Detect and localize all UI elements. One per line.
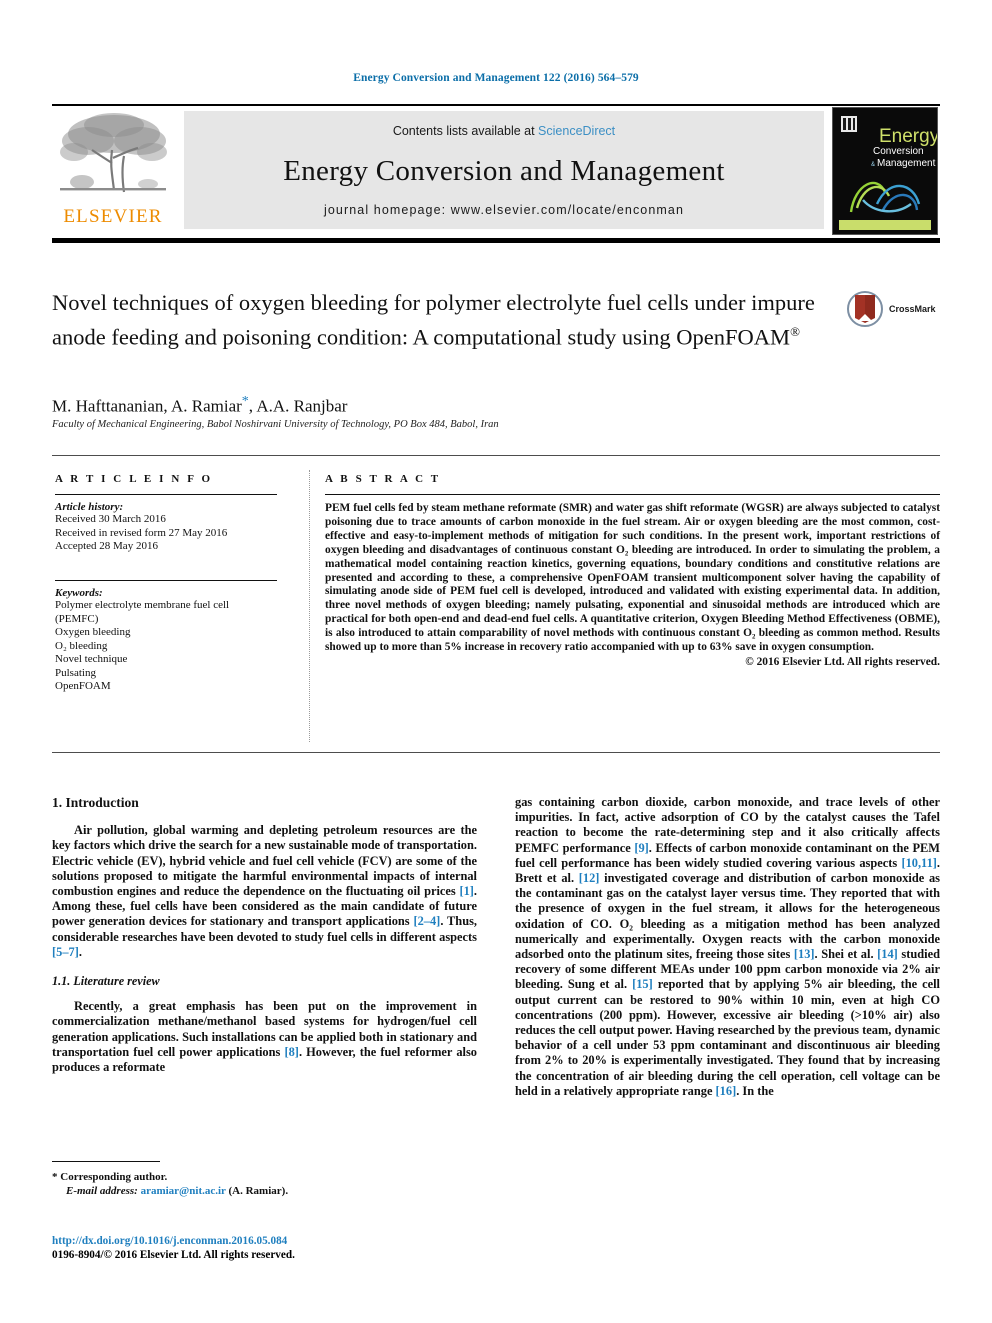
keyword-item: (PEMFC)	[55, 612, 99, 625]
masthead-top-rule	[52, 104, 940, 106]
abstract-body: PEM fuel cells fed by steam methane refo…	[325, 502, 940, 654]
citation-ref[interactable]: [15]	[632, 977, 653, 991]
colophon: http://dx.doi.org/10.1016/j.enconman.201…	[52, 1234, 522, 1262]
citation-ref[interactable]: [13]	[794, 947, 815, 961]
svg-text:Management: Management	[877, 158, 936, 169]
authors-text: M. Hafttananian, A. Ramiar	[52, 396, 242, 416]
paragraph: gas containing carbon dioxide, carbon mo…	[515, 795, 940, 1099]
paragraph-text: . In the	[736, 1083, 774, 1098]
body-column-right: gas containing carbon dioxide, carbon mo…	[515, 795, 940, 1099]
keyword-item: Polymer electrolyte membrane fuel cell	[55, 599, 230, 611]
keywords-label: Keywords:	[55, 587, 103, 599]
citation-ref[interactable]: [12]	[579, 871, 600, 885]
abstract-column: A B S T R A C T PEM fuel cells fed by st…	[325, 473, 940, 668]
journal-title: Energy Conversion and Management	[283, 155, 725, 187]
journal-band: Contents lists available at ScienceDirec…	[184, 111, 824, 229]
paragraph-text: .	[78, 944, 82, 959]
corresponding-author-marker: *	[241, 394, 249, 409]
citation-ref[interactable]: [5–7]	[52, 945, 79, 959]
elsevier-wordmark: ELSEVIER	[63, 206, 163, 227]
crossmark-badge[interactable]: CrossMark	[845, 288, 941, 336]
elsevier-tree-icon	[60, 113, 167, 193]
article-history-item: Received 30 March 2016	[55, 513, 166, 525]
article-history-item: Accepted 28 May 2016	[55, 540, 158, 552]
keyword-item: Oxygen bleeding	[55, 626, 131, 638]
citation-ref[interactable]: [16]	[716, 1084, 737, 1098]
article-info-heading: A R T I C L E I N F O	[55, 473, 213, 485]
journal-cover-art: Energy Conversion & Management	[833, 108, 937, 234]
contents-lists-line: Contents lists available at ScienceDirec…	[184, 124, 824, 138]
citation-ref[interactable]: [10,11]	[901, 856, 936, 870]
footnote-block: * Corresponding author. E-mail address: …	[52, 1161, 477, 1198]
article-info-column: A R T I C L E I N F O Article history: R…	[55, 473, 283, 694]
paper-title-superscript: ®	[790, 324, 800, 339]
citation-ref[interactable]: [14]	[877, 947, 898, 961]
corresponding-author-note: * Corresponding author.	[52, 1171, 168, 1183]
keyword-item: O₂ bleeding	[55, 639, 108, 652]
abstract-heading: A B S T R A C T	[325, 473, 441, 485]
section-heading-literature-review: 1.1. Literature review	[52, 974, 160, 989]
paper-title-text: Novel techniques of oxygen bleeding for …	[52, 290, 815, 350]
sciencedirect-link[interactable]: ScienceDirect	[538, 124, 615, 138]
citation-ref[interactable]: [2–4]	[413, 914, 440, 928]
keyword-item: Novel technique	[55, 653, 128, 665]
email-link[interactable]: aramiar@nit.ac.ir	[141, 1185, 226, 1197]
crossmark-icon	[847, 291, 883, 327]
article-history-label: Article history:	[55, 501, 124, 513]
page-title: Novel techniques of oxygen bleeding for …	[52, 288, 842, 352]
issn-copyright-line: 0196-8904/© 2016 Elsevier Ltd. All right…	[52, 1249, 295, 1261]
journal-cover-thumbnail: Energy Conversion & Management	[832, 107, 938, 235]
running-head: Energy Conversion and Management 122 (20…	[353, 72, 639, 84]
email-note: E-mail address: aramiar@nit.ac.ir (A. Ra…	[52, 1184, 477, 1198]
article-history-item: Received in revised form 27 May 2016	[55, 526, 228, 539]
section-heading-introduction: 1. Introduction	[52, 795, 139, 810]
abstract-copyright: © 2016 Elsevier Ltd. All rights reserved…	[745, 655, 940, 668]
authors-text-cont: , A.A. Ranjbar	[248, 396, 348, 416]
article-info-rule	[55, 494, 277, 495]
contents-prefix: Contents lists available at	[392, 124, 539, 138]
footnote-rule	[52, 1161, 160, 1162]
svg-text:Energy: Energy	[879, 126, 937, 147]
paragraph-text: reported that by applying 5% air bleedin…	[515, 977, 940, 1098]
svg-text:Conversion: Conversion	[873, 146, 924, 157]
paragraph-text: . Shei et al.	[814, 947, 878, 962]
email-label: E-mail address:	[66, 1185, 138, 1197]
paper-page: Energy Conversion and Management 122 (20…	[0, 0, 992, 1323]
abstract-rule	[325, 494, 940, 495]
paragraph: Recently, a great emphasis has been put …	[52, 999, 477, 1075]
paragraph-text: Air pollution, global warming and deplet…	[52, 823, 477, 899]
elsevier-logo: ELSEVIER	[52, 108, 174, 232]
title-block: Novel techniques of oxygen bleeding for …	[52, 288, 842, 352]
body-column-left: 1. Introduction Air pollution, global wa…	[52, 795, 477, 1075]
citation-ref[interactable]: [8]	[284, 1045, 298, 1059]
keyword-item: Pulsating	[55, 666, 96, 679]
abstract-band-divider	[309, 470, 311, 742]
svg-text:&: &	[871, 162, 875, 168]
paragraph: Air pollution, global warming and deplet…	[52, 823, 477, 960]
journal-masthead: ELSEVIER Contents lists available at Sci…	[52, 104, 940, 243]
keyword-item: OpenFOAM	[55, 680, 111, 692]
crossmark-label: CrossMark	[889, 304, 936, 314]
citation-ref[interactable]: [1]	[459, 884, 473, 898]
abstract-band-bottom-rule	[52, 752, 940, 753]
abstract-band-top-rule	[52, 455, 940, 456]
journal-homepage-link[interactable]: journal homepage: www.elsevier.com/locat…	[184, 203, 824, 217]
affiliation: Faculty of Mechanical Engineering, Babol…	[52, 419, 499, 430]
email-owner: (A. Ramiar).	[228, 1185, 289, 1197]
author-list: M. Hafttananian, A. Ramiar*, A.A. Ranjba…	[52, 394, 852, 417]
masthead-bottom-rule	[52, 238, 940, 243]
doi-link[interactable]: http://dx.doi.org/10.1016/j.enconman.201…	[52, 1234, 522, 1248]
citation-ref[interactable]: [9]	[634, 841, 648, 855]
keywords-rule	[55, 579, 277, 581]
